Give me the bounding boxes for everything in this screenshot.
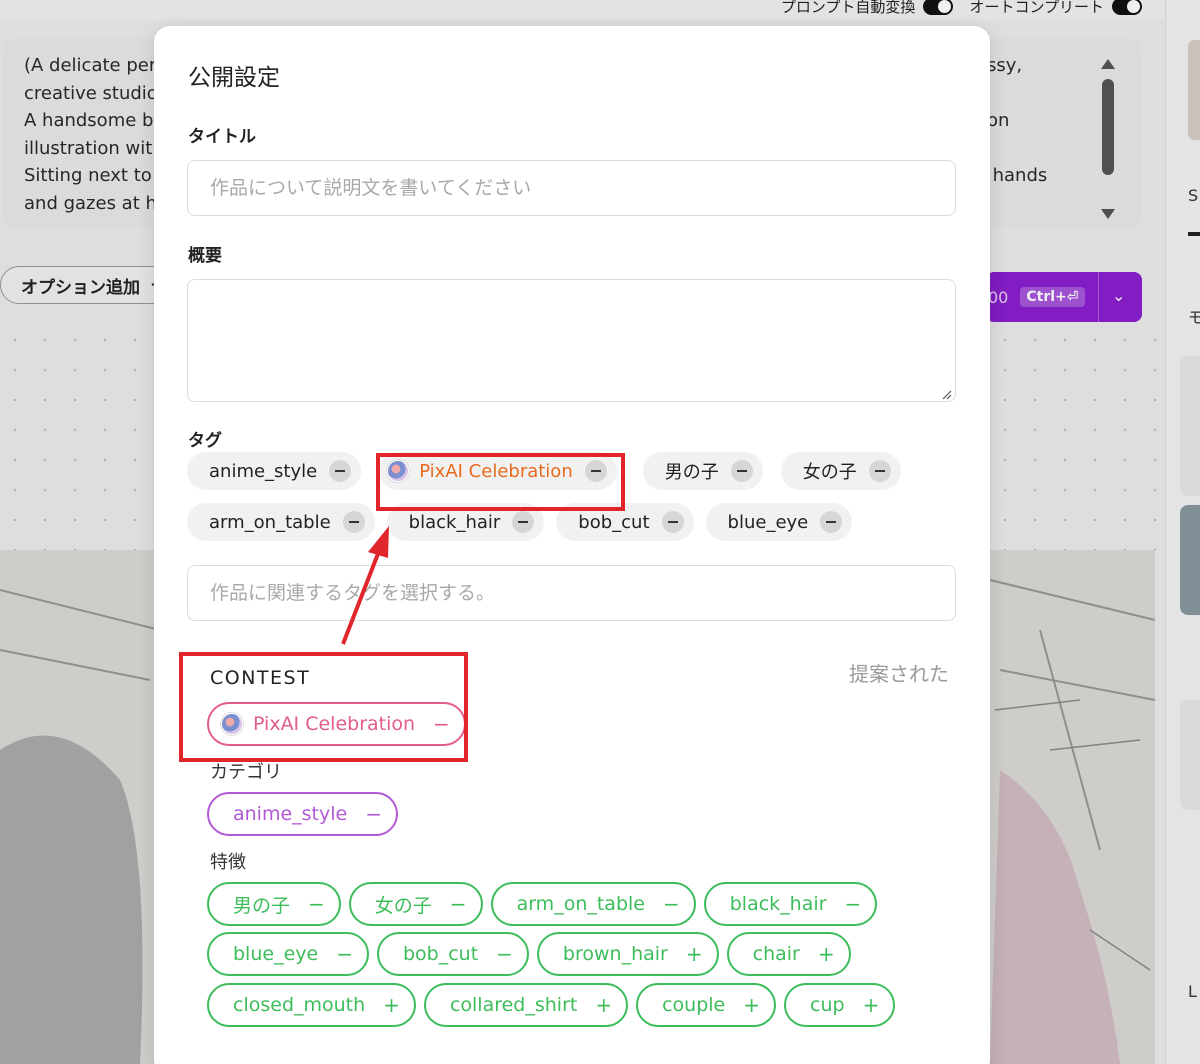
chip-label: cup <box>810 994 845 1016</box>
plus-icon[interactable]: + <box>818 944 835 964</box>
tag-chip: 女の子 <box>780 452 901 490</box>
highlight-box-suggested-contest <box>179 652 468 762</box>
chip-label: collared_shirt <box>449 994 578 1016</box>
chip-label: black_hair <box>729 893 827 915</box>
chip-label: anime_style <box>233 803 348 825</box>
modal-title: 公開設定 <box>188 65 280 91</box>
category-chip-row: anime_style − <box>207 792 398 836</box>
tag-chip: anime_style <box>187 452 362 490</box>
feature-suggestion-chip[interactable]: cup + <box>784 983 896 1027</box>
minus-icon[interactable]: − <box>663 894 680 914</box>
remove-tag-icon[interactable] <box>661 511 684 533</box>
tag-label: 男の子 <box>664 462 719 483</box>
feature-suggestion-chip[interactable]: chair + <box>726 932 851 976</box>
feature-chip-row: blue_eye − bob_cut − brown_hair + chair + <box>207 932 851 976</box>
tag-search-input[interactable] <box>187 565 956 621</box>
tag-chip: blue_eye <box>705 503 853 541</box>
chip-label: arm_on_table <box>516 893 645 915</box>
title-label: タイトル <box>188 127 256 147</box>
plus-icon[interactable]: + <box>863 995 880 1015</box>
feature-suggestion-chip[interactable]: closed_mouth + <box>207 983 416 1027</box>
feature-suggestion-chip[interactable]: brown_hair + <box>536 932 719 976</box>
feature-suggestion-chip[interactable]: couple + <box>636 983 777 1027</box>
feature-suggestion-chip[interactable]: bob_cut − <box>376 932 529 976</box>
feature-suggestion-chip[interactable]: 男の子 − <box>207 882 341 926</box>
tag-label: 女の子 <box>802 462 857 483</box>
chip-label: 女の子 <box>374 894 432 917</box>
chip-label: 男の子 <box>233 894 291 917</box>
tag-chip: arm_on_table <box>187 503 375 541</box>
feature-suggestion-chip[interactable]: blue_eye − <box>207 932 369 976</box>
summary-textarea[interactable] <box>187 279 956 402</box>
chip-label: chair <box>752 943 800 965</box>
chip-label: bob_cut <box>402 943 479 965</box>
minus-icon[interactable]: − <box>450 894 467 914</box>
summary-label: 概要 <box>188 246 222 266</box>
plus-icon[interactable]: + <box>595 995 612 1015</box>
tags-label: タグ <box>188 431 222 451</box>
tag-label: arm_on_table <box>209 511 331 533</box>
remove-tag-icon[interactable] <box>868 460 891 482</box>
chip-label: blue_eye <box>233 943 319 965</box>
plus-icon[interactable]: + <box>383 995 400 1015</box>
remove-tag-icon[interactable] <box>342 511 365 533</box>
remove-tag-icon[interactable] <box>730 460 753 482</box>
minus-icon[interactable]: − <box>336 944 353 964</box>
chip-label: brown_hair <box>562 943 668 965</box>
chip-label: couple <box>662 994 726 1016</box>
minus-icon[interactable]: − <box>844 894 861 914</box>
suggested-label: 提案された <box>849 662 949 686</box>
category-suggestion-chip[interactable]: anime_style − <box>207 792 398 836</box>
tag-label: blue_eye <box>727 511 809 533</box>
remove-tag-icon[interactable] <box>329 460 352 482</box>
tag-label: bob_cut <box>578 511 650 533</box>
feature-chip-row: closed_mouth + collared_shirt + couple + cu… <box>207 983 896 1027</box>
minus-icon[interactable]: − <box>308 894 325 914</box>
tag-chip: 男の子 <box>642 452 763 490</box>
feature-suggestion-chip[interactable]: arm_on_table − <box>490 882 696 926</box>
chip-label: closed_mouth <box>233 994 366 1016</box>
tag-label: anime_style <box>209 460 318 482</box>
feature-label: 特徴 <box>210 852 246 873</box>
feature-suggestion-chip[interactable]: black_hair − <box>703 882 878 926</box>
highlight-box-selected-contest <box>376 453 625 511</box>
remove-tag-icon[interactable] <box>512 511 535 533</box>
plus-icon[interactable]: + <box>686 944 703 964</box>
minus-icon[interactable]: − <box>365 804 382 824</box>
feature-suggestion-chip[interactable]: collared_shirt + <box>423 983 629 1027</box>
tag-label: black_hair <box>408 511 501 533</box>
title-input[interactable] <box>187 160 956 216</box>
feature-suggestion-chip[interactable]: 女の子 − <box>348 882 483 926</box>
resize-grip-icon[interactable] <box>940 388 952 400</box>
publish-settings-modal: 公開設定 タイトル 概要 タグ anime_style PixAI Celebr… <box>154 26 990 1064</box>
remove-tag-icon[interactable] <box>820 511 843 533</box>
minus-icon[interactable]: − <box>496 944 513 964</box>
plus-icon[interactable]: + <box>743 995 760 1015</box>
feature-chip-row: 男の子 − 女の子 − arm_on_table − black_hair − <box>207 882 878 926</box>
